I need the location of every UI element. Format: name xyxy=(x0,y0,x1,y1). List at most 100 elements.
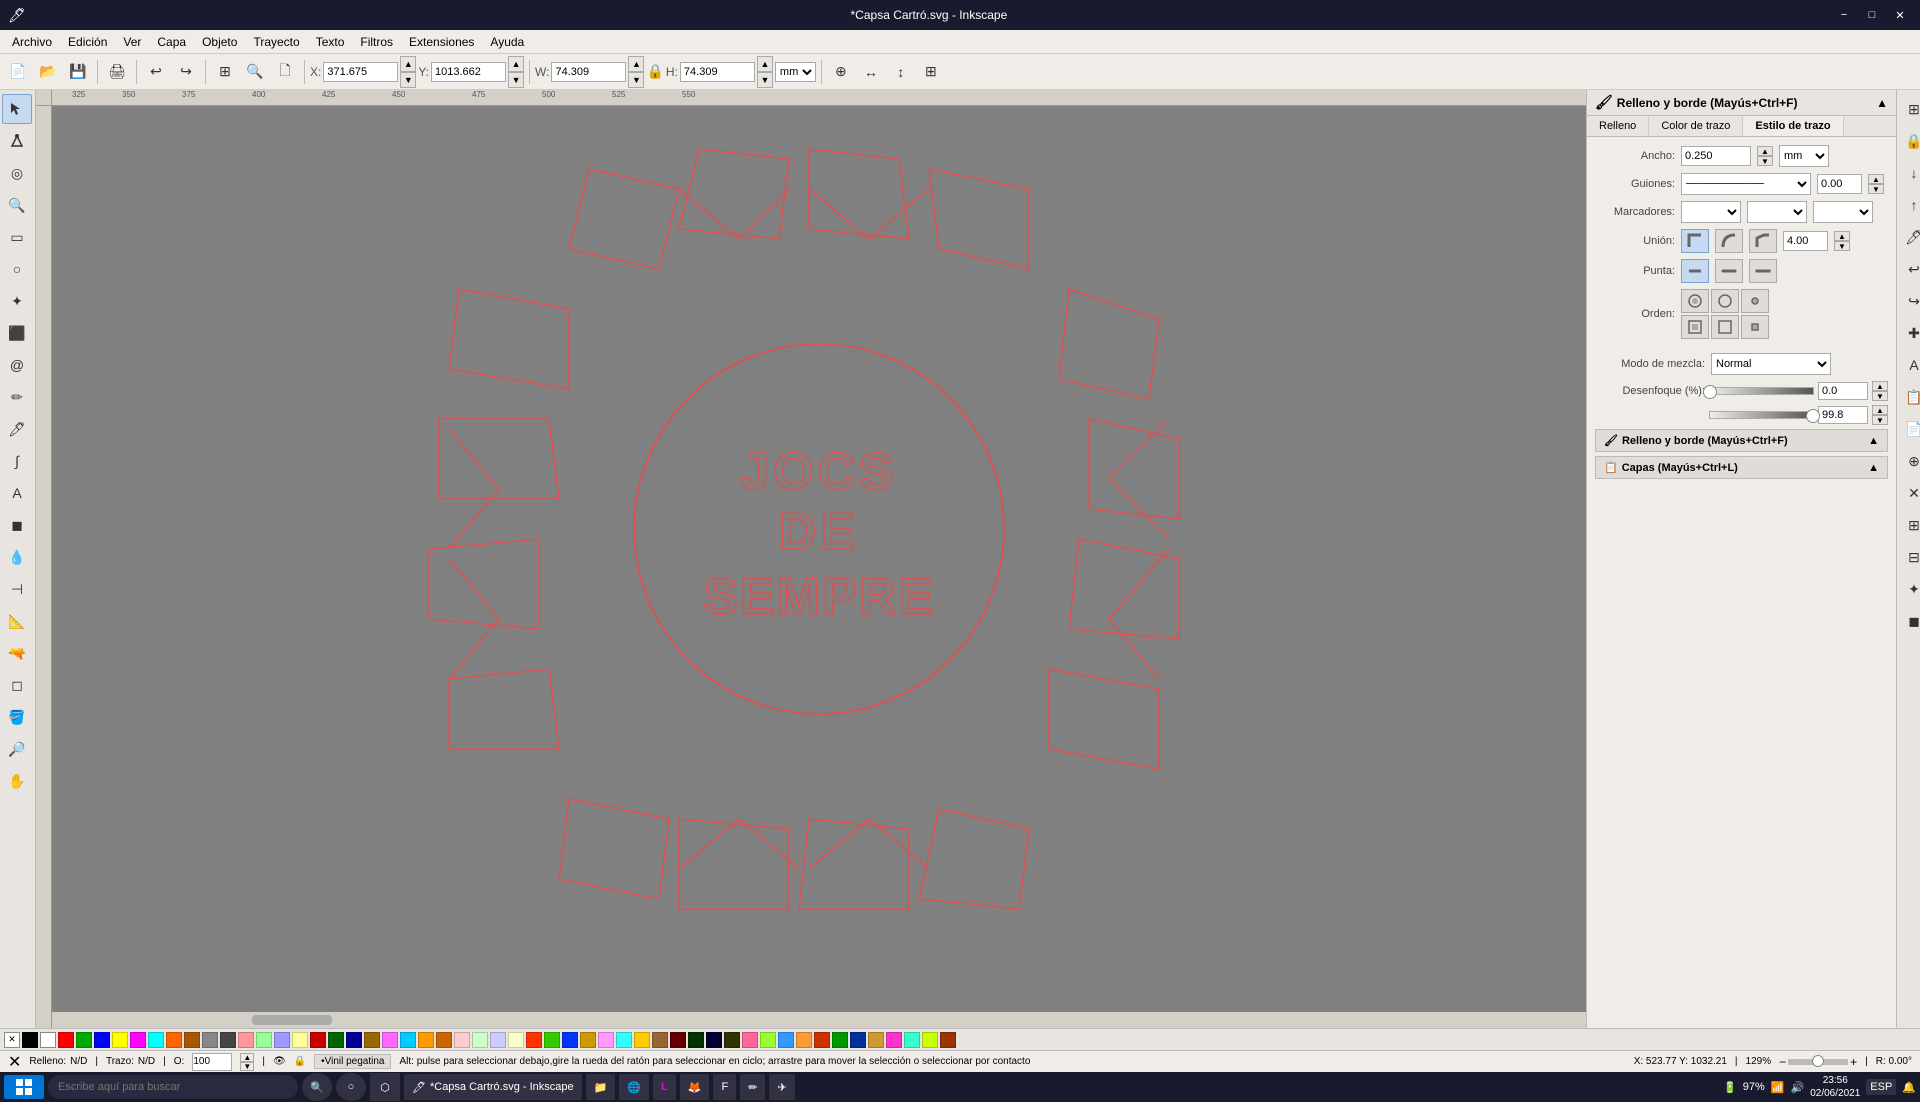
opacity-down-btn[interactable]: ▼ xyxy=(240,1062,254,1071)
color-chip-darkgray[interactable] xyxy=(220,1032,236,1048)
tab-estilo-trazo[interactable]: Estilo de trazo xyxy=(1743,116,1843,136)
undo-button[interactable]: ↩ xyxy=(142,58,170,86)
relleno-borde-collapsible[interactable]: 🖌 Relleno y borde (Mayús+Ctrl+F) ▲ xyxy=(1595,429,1888,452)
color-chip-deeppink[interactable] xyxy=(886,1032,902,1048)
opacity-input[interactable] xyxy=(1818,406,1868,424)
taskbar-search-btn[interactable]: 🔍 xyxy=(302,1073,332,1101)
orden-btn6[interactable] xyxy=(1741,315,1769,339)
color-chip-chartreuse[interactable] xyxy=(760,1032,776,1048)
color-chip-yellowgreen[interactable] xyxy=(922,1032,938,1048)
color-chip-white[interactable] xyxy=(40,1032,56,1048)
x-down-btn[interactable]: ▼ xyxy=(400,72,416,88)
color-chip-skyblue[interactable] xyxy=(400,1032,416,1048)
spray-tool[interactable]: 🔫 xyxy=(2,638,32,668)
taskbar-app-inkscape2[interactable]: ✏ xyxy=(740,1074,765,1100)
opacity-up-btn[interactable]: ▲ xyxy=(240,1053,254,1062)
far-right-btn4[interactable]: ↑ xyxy=(1899,190,1920,220)
union-value-input[interactable] xyxy=(1783,231,1828,251)
color-chip-tomato[interactable] xyxy=(526,1032,542,1048)
h-input[interactable] xyxy=(680,62,755,82)
layer-status[interactable]: •Vinil pegatina xyxy=(314,1054,391,1069)
orden-btn5[interactable] xyxy=(1711,315,1739,339)
color-chip-seagreen[interactable] xyxy=(832,1032,848,1048)
color-chip-navy[interactable] xyxy=(706,1032,722,1048)
color-chip-green[interactable] xyxy=(76,1032,92,1048)
redo-button[interactable]: ↪ xyxy=(172,58,200,86)
color-chip-firebrick[interactable] xyxy=(814,1032,830,1048)
marcadores-mid-select[interactable] xyxy=(1747,201,1807,223)
eraser-tool[interactable]: ◻ xyxy=(2,670,32,700)
menu-capa[interactable]: Capa xyxy=(149,33,194,51)
color-chip-yellow[interactable] xyxy=(112,1032,128,1048)
color-chip-hotpink[interactable] xyxy=(742,1032,758,1048)
union-down[interactable]: ▼ xyxy=(1834,241,1850,251)
taskbar-app-telegram[interactable]: ✈ xyxy=(769,1074,794,1100)
taskbar-app-inkscape[interactable]: 🖊 *Capsa Cartró.svg - Inkscape xyxy=(404,1074,582,1100)
far-right-btn8[interactable]: ✚ xyxy=(1899,318,1920,348)
w-down-btn[interactable]: ▼ xyxy=(628,72,644,88)
far-right-btn16[interactable]: ✦ xyxy=(1899,574,1920,604)
paint-bucket-tool[interactable]: 🪣 xyxy=(2,702,32,732)
w-up-btn[interactable]: ▲ xyxy=(628,56,644,72)
opacity-down[interactable]: ▼ xyxy=(1872,415,1888,425)
color-chip-blue[interactable] xyxy=(94,1032,110,1048)
close-button[interactable]: ✕ xyxy=(1888,6,1912,24)
hand-tool[interactable]: ✋ xyxy=(2,766,32,796)
menu-ayuda[interactable]: Ayuda xyxy=(482,33,532,51)
color-chip-black[interactable] xyxy=(22,1032,38,1048)
color-chip-pink[interactable] xyxy=(382,1032,398,1048)
color-chip-limegreen[interactable] xyxy=(544,1032,560,1048)
color-chip-orange[interactable] xyxy=(166,1032,182,1048)
connector-tool[interactable]: ⊣ xyxy=(2,574,32,604)
desenfoque-down[interactable]: ▼ xyxy=(1872,391,1888,401)
w-input[interactable] xyxy=(551,62,626,82)
color-chip-gray[interactable] xyxy=(202,1032,218,1048)
far-right-btn12[interactable]: ⊕ xyxy=(1899,446,1920,476)
color-chip-amber[interactable] xyxy=(418,1032,434,1048)
unit-select[interactable]: mm px cm xyxy=(775,62,816,82)
taskbar-app-editor[interactable]: L xyxy=(653,1074,676,1100)
color-chip-medblue[interactable] xyxy=(850,1032,866,1048)
far-right-btn2[interactable]: 🔒 xyxy=(1899,126,1920,156)
marcadores-end-select[interactable] xyxy=(1813,201,1873,223)
menu-objeto[interactable]: Objeto xyxy=(194,33,245,51)
gradient-tool[interactable]: ◼ xyxy=(2,510,32,540)
desenfoque-slider[interactable] xyxy=(1709,387,1814,395)
punta-round-btn[interactable] xyxy=(1715,259,1743,283)
union-bevel-btn[interactable] xyxy=(1749,229,1777,253)
menu-extensiones[interactable]: Extensiones xyxy=(401,33,482,51)
color-chip-red[interactable] xyxy=(58,1032,74,1048)
color-chip-lemonchiffon[interactable] xyxy=(508,1032,524,1048)
ancho-up[interactable]: ▲ xyxy=(1757,146,1773,156)
pencil-tool[interactable]: ✏ xyxy=(2,382,32,412)
text-tool[interactable]: A xyxy=(2,478,32,508)
relleno-borde-collapse-icon[interactable]: ▲ xyxy=(1868,435,1879,447)
dropper-tool[interactable]: 💧 xyxy=(2,542,32,572)
calligraphy-tool[interactable]: ∫ xyxy=(2,446,32,476)
menu-trayecto[interactable]: Trayecto xyxy=(245,33,307,51)
far-right-btn17[interactable]: ◼ xyxy=(1899,606,1920,636)
print-button[interactable]: 🖨 xyxy=(103,58,131,86)
color-chip-maroon[interactable] xyxy=(670,1032,686,1048)
taskbar-app-chrome[interactable]: 🌐 xyxy=(619,1074,649,1100)
color-chip-darkolive[interactable] xyxy=(724,1032,740,1048)
scroll-thumb-h[interactable] xyxy=(252,1015,332,1025)
far-right-btn14[interactable]: ⊞ xyxy=(1899,510,1920,540)
desenfoque-up[interactable]: ▲ xyxy=(1872,381,1888,391)
save-button[interactable]: 💾 xyxy=(64,58,92,86)
zoom-plus-btn[interactable]: + xyxy=(1850,1055,1857,1069)
taskbar-app-filezilla[interactable]: F xyxy=(713,1074,736,1100)
far-right-btn13[interactable]: ✕ xyxy=(1899,478,1920,508)
union-up[interactable]: ▲ xyxy=(1834,231,1850,241)
taskbar-search[interactable] xyxy=(48,1075,298,1099)
color-chip-olive[interactable] xyxy=(364,1032,380,1048)
y-up-btn[interactable]: ▲ xyxy=(508,56,524,72)
color-chip-sienna[interactable] xyxy=(436,1032,452,1048)
far-right-btn15[interactable]: ⊟ xyxy=(1899,542,1920,572)
zoom-minus-btn[interactable]: − xyxy=(1779,1055,1786,1069)
far-right-btn6[interactable]: ↩ xyxy=(1899,254,1920,284)
menu-ver[interactable]: Ver xyxy=(115,33,149,51)
taskbar-app-firefox[interactable]: 🦊 xyxy=(680,1074,710,1100)
snap-btn1[interactable]: ⊕ xyxy=(827,58,855,86)
snap-btn4[interactable]: ⊞ xyxy=(917,58,945,86)
